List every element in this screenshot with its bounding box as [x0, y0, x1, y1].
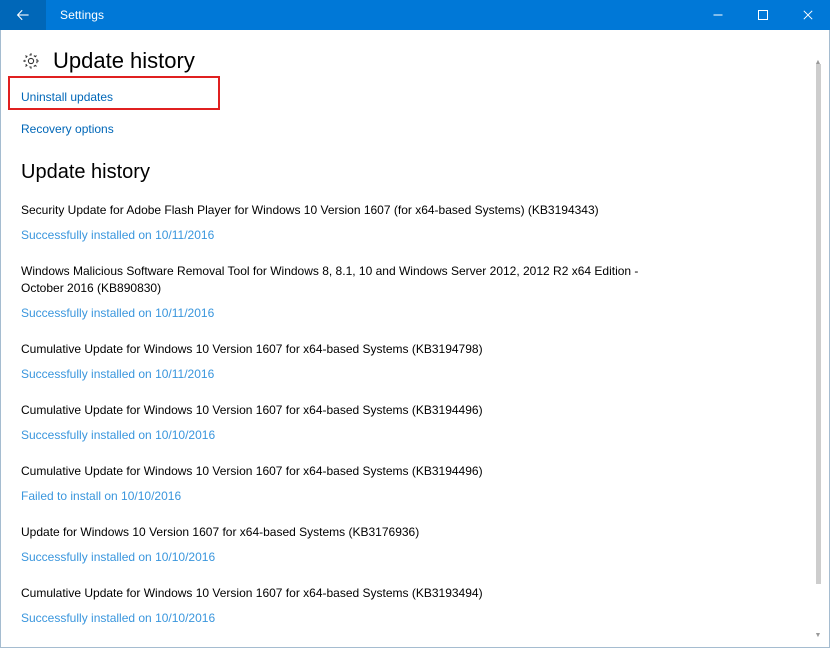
- window-title: Settings: [46, 0, 695, 30]
- uninstall-updates-row: Uninstall updates: [21, 87, 829, 107]
- list-item: Cumulative Update for Windows 10 Version…: [21, 585, 829, 627]
- list-item: Cumulative Update for Windows 10 Version…: [21, 402, 829, 444]
- gear-icon: [21, 51, 41, 71]
- list-item: Cumulative Update for Windows 10 Version…: [21, 341, 829, 383]
- update-status-link[interactable]: Successfully installed on 10/10/2016: [21, 427, 215, 443]
- scrollbar-thumb[interactable]: [816, 64, 821, 584]
- list-item: Windows Malicious Software Removal Tool …: [21, 263, 829, 322]
- update-status-link[interactable]: Successfully installed on 10/10/2016: [21, 610, 215, 626]
- minimize-icon: [712, 9, 724, 21]
- update-title: Cumulative Update for Windows 10 Version…: [21, 463, 646, 480]
- update-history-page: Update history Uninstall updates Recover…: [1, 30, 829, 647]
- update-title: Windows Malicious Software Removal Tool …: [21, 263, 646, 297]
- update-title: Cumulative Update for Windows 10 Version…: [21, 402, 646, 419]
- update-status-link[interactable]: Successfully installed on 10/11/2016: [21, 227, 214, 243]
- list-item: Update for Windows 10 Version 1607 for x…: [21, 524, 829, 566]
- settings-window: Settings: [0, 0, 830, 648]
- close-button[interactable]: [785, 0, 830, 30]
- recovery-options-row: Recovery options: [21, 120, 829, 138]
- update-status-link[interactable]: Successfully installed on 10/11/2016: [21, 366, 214, 382]
- update-status-link[interactable]: Successfully installed on 10/10/2016: [21, 549, 215, 565]
- page-nav-links: Uninstall updates Recovery options: [1, 87, 829, 138]
- uninstall-updates-link[interactable]: Uninstall updates: [21, 89, 113, 105]
- page-header: Update history: [1, 30, 829, 74]
- list-item: Security Update for Adobe Flash Player f…: [21, 202, 829, 244]
- update-title: Update for Windows 10 Version 1607 for x…: [21, 524, 646, 541]
- update-title: Cumulative Update for Windows 10 Version…: [21, 585, 646, 602]
- update-title: Security Update for Adobe Flash Player f…: [21, 202, 646, 219]
- page-title: Update history: [53, 48, 195, 74]
- recovery-options-link[interactable]: Recovery options: [21, 121, 114, 137]
- update-title: Cumulative Update for Windows 10 Version…: [21, 341, 646, 358]
- close-icon: [802, 9, 814, 21]
- vertical-scrollbar[interactable]: ▲ ▼: [813, 32, 823, 645]
- title-bar: Settings: [0, 0, 830, 30]
- back-arrow-icon: [15, 7, 31, 23]
- minimize-button[interactable]: [695, 0, 740, 30]
- update-status-link[interactable]: Failed to install on 10/10/2016: [21, 488, 181, 504]
- update-history-list: Security Update for Adobe Flash Player f…: [1, 202, 829, 648]
- update-status-link[interactable]: Successfully installed on 10/11/2016: [21, 305, 214, 321]
- list-item: Cumulative Update for Windows 10 Version…: [21, 463, 829, 505]
- back-button[interactable]: [0, 0, 46, 30]
- window-controls: [695, 0, 830, 30]
- section-title-update-history: Update history: [1, 160, 829, 184]
- client-area: Update history Uninstall updates Recover…: [0, 30, 830, 648]
- maximize-button[interactable]: [740, 0, 785, 30]
- maximize-icon: [757, 9, 769, 21]
- scroll-down-arrow-icon[interactable]: ▼: [813, 631, 823, 641]
